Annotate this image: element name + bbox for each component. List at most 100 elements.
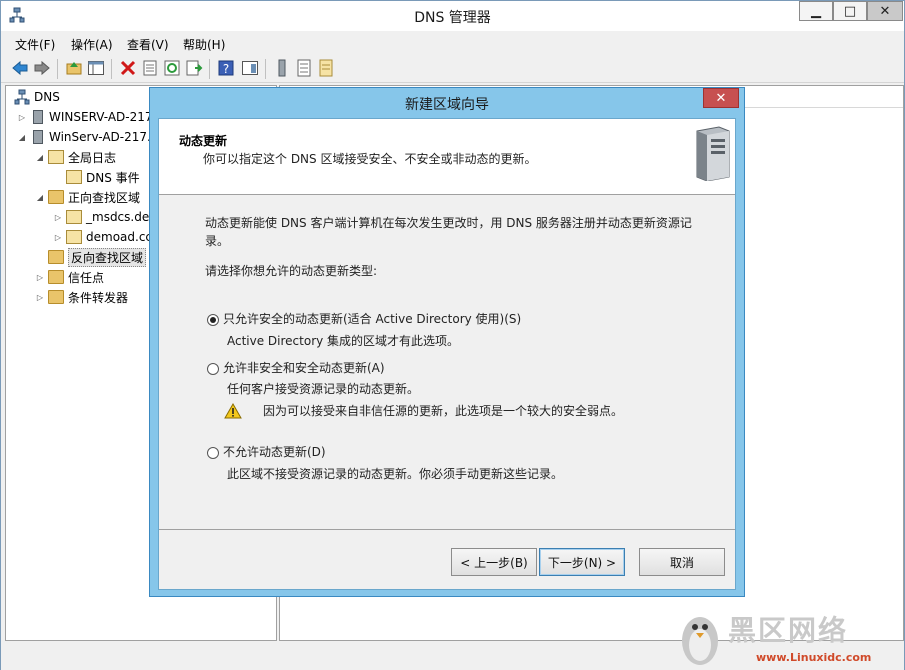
log-book-icon bbox=[48, 150, 64, 164]
menu-view[interactable]: 查看(V) bbox=[127, 36, 169, 53]
action-pane-icon[interactable] bbox=[241, 59, 259, 77]
maximize-button[interactable]: □ bbox=[833, 1, 867, 21]
site-watermark: 黑区网络 www.Linuxidc.com bbox=[676, 605, 905, 670]
collapse-arrow-icon[interactable]: ◢ bbox=[16, 133, 28, 142]
tree-item-reverse-zones[interactable]: 反向查找区域 bbox=[46, 247, 147, 267]
server-icon[interactable] bbox=[273, 59, 291, 77]
tree-label: 反向查找区域 bbox=[68, 247, 147, 267]
tree-item-server2[interactable]: ◢ WinServ-AD-217. bbox=[16, 127, 151, 147]
toolbar-separator bbox=[111, 59, 112, 79]
intro-text-line1: 动态更新能使 DNS 客户端计算机在每次发生更改时，用 DNS 服务器注册并动态… bbox=[205, 216, 692, 230]
folder-icon bbox=[48, 290, 64, 304]
expand-arrow-icon[interactable]: ▷ bbox=[34, 293, 46, 302]
dialog-close-button[interactable]: ✕ bbox=[703, 88, 739, 108]
wizard-page: 动态更新 你可以指定这个 DNS 区域接受安全、不安全或非动态的更新。 动态更新… bbox=[158, 118, 736, 590]
wizard-header: 动态更新 你可以指定这个 DNS 区域接受安全、不安全或非动态的更新。 bbox=[159, 119, 735, 195]
close-icon: ✕ bbox=[879, 3, 891, 19]
tree-label: 条件转发器 bbox=[68, 290, 129, 305]
choose-type-label: 请选择你想允许的动态更新类型: bbox=[205, 264, 378, 278]
tree-label: 全局日志 bbox=[68, 150, 117, 165]
tree-label: DNS bbox=[34, 90, 60, 104]
watermark-brand: 黑区网络 bbox=[728, 614, 849, 647]
tree-label: DNS 事件 bbox=[86, 170, 140, 185]
toolbar-separator bbox=[57, 59, 58, 79]
radio-secure-only[interactable] bbox=[207, 314, 219, 326]
show-hide-tree-icon[interactable] bbox=[87, 59, 105, 77]
footer-divider bbox=[159, 529, 735, 530]
tree-item-demoad[interactable]: ▷ demoad.cc bbox=[52, 227, 152, 247]
expand-arrow-icon[interactable]: ▷ bbox=[52, 213, 64, 222]
tree-label: demoad.cc bbox=[86, 230, 153, 244]
menu-help[interactable]: 帮助(H) bbox=[183, 36, 225, 53]
dialog-title: 新建区域向导 bbox=[405, 97, 489, 113]
up-folder-icon[interactable] bbox=[65, 59, 83, 77]
toolbar-separator bbox=[209, 59, 210, 79]
wizard-page-title: 动态更新 bbox=[179, 134, 228, 148]
server-icon bbox=[33, 130, 43, 144]
radio-nonsecure-and-secure[interactable] bbox=[207, 363, 219, 375]
new-zone-wizard-dialog: 新建区域向导 ✕ 动态更新 你可以指定这个 DNS 区域接受安全、不安全或非动态… bbox=[149, 87, 745, 597]
folder-icon bbox=[48, 250, 64, 264]
watermark-url: www.Linuxidc.com bbox=[756, 651, 872, 664]
export-list-icon[interactable] bbox=[185, 59, 203, 77]
wizard-page-subtitle: 你可以指定这个 DNS 区域接受安全、不安全或非动态的更新。 bbox=[203, 152, 537, 166]
zone-icon bbox=[66, 210, 82, 224]
tree-label: 正向查找区域 bbox=[68, 190, 141, 205]
records-list-icon[interactable] bbox=[295, 59, 313, 77]
collapse-arrow-icon[interactable]: ◢ bbox=[34, 193, 46, 202]
tree-item-msdcs[interactable]: ▷ _msdcs.de bbox=[52, 207, 149, 227]
folder-icon bbox=[48, 190, 64, 204]
next-button[interactable]: 下一步(N) > bbox=[539, 548, 625, 576]
zone-document-icon[interactable] bbox=[317, 59, 335, 77]
zone-icon bbox=[66, 230, 82, 244]
tree-label: 信任点 bbox=[68, 270, 105, 285]
refresh-icon[interactable] bbox=[163, 59, 181, 77]
folder-icon bbox=[48, 270, 64, 284]
option-secure-only-desc: Active Directory 集成的区域才有此选项。 bbox=[227, 334, 460, 348]
tree-item-dns-events[interactable]: DNS 事件 bbox=[64, 167, 140, 187]
menu-file[interactable]: 文件(F) bbox=[15, 36, 55, 53]
expand-arrow-icon[interactable]: ▷ bbox=[52, 233, 64, 242]
toolbar: ? bbox=[1, 55, 904, 83]
close-window-button[interactable]: ✕ bbox=[867, 1, 903, 21]
tree-item-server1[interactable]: ▷ WINSERV-AD-217 bbox=[16, 107, 153, 127]
forward-arrow-icon[interactable] bbox=[33, 59, 51, 77]
tree-item-trust-points[interactable]: ▷ 信任点 bbox=[34, 267, 104, 287]
minimize-button[interactable]: ▁ bbox=[799, 1, 833, 21]
svg-text:?: ? bbox=[223, 62, 229, 76]
option-secure-only-label[interactable]: 只允许安全的动态更新(适合 Active Directory 使用)(S) bbox=[223, 309, 521, 329]
cancel-button[interactable]: 取消 bbox=[639, 548, 725, 576]
tree-label: _msdcs.de bbox=[86, 210, 150, 224]
option-nonsecure-warning: 因为可以接受来自非信任源的更新，此选项是一个较大的安全弱点。 bbox=[263, 404, 624, 418]
server-tower-icon bbox=[696, 126, 730, 181]
warning-icon bbox=[224, 403, 242, 419]
expand-arrow-icon[interactable]: ▷ bbox=[34, 273, 46, 282]
tree-item-forward-zones[interactable]: ◢ 正向查找区域 bbox=[34, 187, 140, 207]
menu-action[interactable]: 操作(A) bbox=[71, 36, 113, 53]
radio-no-dynamic-updates[interactable] bbox=[207, 447, 219, 459]
server-icon bbox=[33, 110, 43, 124]
back-arrow-icon[interactable] bbox=[11, 59, 29, 77]
collapse-arrow-icon[interactable]: ◢ bbox=[34, 153, 46, 162]
delete-icon[interactable] bbox=[119, 59, 137, 77]
back-button[interactable]: < 上一步(B) bbox=[451, 548, 537, 576]
close-icon: ✕ bbox=[715, 90, 727, 106]
menu-bar: 文件(F) 操作(A) 查看(V) 帮助(H) bbox=[1, 33, 904, 53]
title-bar: DNS 管理器 ▁ □ ✕ bbox=[1, 1, 904, 31]
option-no-updates-label[interactable]: 不允许动态更新(D) bbox=[223, 442, 326, 462]
tree-item-dns-root[interactable]: DNS bbox=[12, 87, 60, 107]
tree-item-global-logs[interactable]: ◢ 全局日志 bbox=[34, 147, 116, 167]
window-title: DNS 管理器 bbox=[414, 10, 491, 26]
properties-icon[interactable] bbox=[141, 59, 159, 77]
maximize-icon: □ bbox=[843, 3, 857, 19]
event-log-icon bbox=[66, 170, 82, 184]
tree-label: WinServ-AD-217. bbox=[49, 130, 151, 144]
help-icon[interactable]: ? bbox=[217, 59, 235, 77]
tree-item-conditional-forwarders[interactable]: ▷ 条件转发器 bbox=[34, 287, 128, 307]
expand-arrow-icon[interactable]: ▷ bbox=[16, 113, 28, 122]
intro-text-line2: 录。 bbox=[205, 234, 230, 248]
option-nonsecure-label[interactable]: 允许非安全和安全动态更新(A) bbox=[223, 358, 385, 378]
dns-root-icon bbox=[14, 89, 30, 105]
tree-label: WINSERV-AD-217 bbox=[49, 110, 153, 124]
option-nonsecure-desc: 任何客户接受资源记录的动态更新。 bbox=[227, 382, 420, 396]
